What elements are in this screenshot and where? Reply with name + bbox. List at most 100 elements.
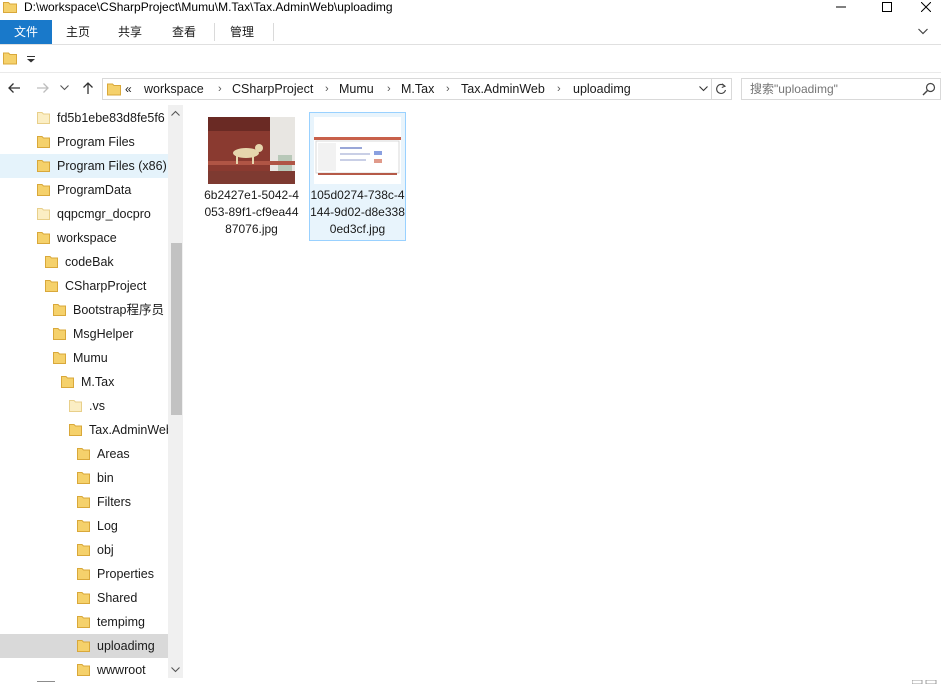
tree-item-label: Program Files <box>57 135 135 149</box>
tree-item-label: fd5b1ebe83d8fe5f6 <box>57 111 165 125</box>
folder-icon <box>45 280 58 292</box>
tree-item[interactable]: Filters <box>0 490 168 514</box>
address-bar[interactable]: « workspace › CSharpProject › Mumu › M.T… <box>102 78 712 100</box>
chevron-down-icon[interactable] <box>699 86 708 92</box>
folder-icon <box>61 376 74 388</box>
folder-icon <box>37 232 50 244</box>
file-tile-selected[interactable]: 105d0274-738c-4144-9d02-d8e3380ed3cf.jpg <box>309 112 406 241</box>
tree-item-label: bin <box>97 471 114 485</box>
folder-icon <box>37 136 50 148</box>
folder-icon <box>53 304 66 316</box>
folder-icon <box>69 400 82 412</box>
tree-item[interactable]: qqpcmgr_docpro <box>0 202 168 226</box>
breadcrumb-item-current[interactable]: uploadimg <box>573 79 631 99</box>
tree-item[interactable]: Program Files (x86) <box>0 154 168 178</box>
minimize-button[interactable] <box>818 0 864 14</box>
tree-item[interactable]: Tax.AdminWeb <box>0 418 173 442</box>
tree-item[interactable]: fd5b1ebe83d8fe5f6 <box>0 106 168 130</box>
recent-locations-button[interactable] <box>58 79 70 97</box>
breadcrumb-separator[interactable]: › <box>446 79 450 99</box>
customize-toolbar-icon[interactable] <box>26 56 36 63</box>
folder-icon <box>77 616 90 628</box>
maximize-button[interactable] <box>864 0 910 14</box>
nav-scrollbar-thumb[interactable] <box>171 243 182 415</box>
tree-item[interactable]: obj <box>0 538 168 562</box>
expand-ribbon-icon[interactable] <box>918 28 928 35</box>
back-button[interactable] <box>4 79 24 97</box>
breadcrumb-separator[interactable]: › <box>387 79 391 99</box>
tree-item[interactable]: Shared <box>0 586 168 610</box>
folder-icon <box>77 520 90 532</box>
tree-item[interactable]: ProgramData <box>0 178 168 202</box>
tree-item[interactable]: Mumu <box>0 346 168 370</box>
breadcrumb-item[interactable]: CSharpProject <box>232 79 313 99</box>
folder-icon <box>77 568 90 580</box>
breadcrumb-separator[interactable]: › <box>218 79 222 99</box>
tree-item[interactable]: tempimg <box>0 610 168 634</box>
folder-icon <box>53 352 66 364</box>
tree-item[interactable]: Properties <box>0 562 168 586</box>
folder-icon <box>77 544 90 556</box>
status-divider <box>37 681 55 682</box>
breadcrumb-item[interactable]: Mumu <box>339 79 374 99</box>
folder-icon[interactable] <box>3 51 17 65</box>
minimize-icon <box>836 6 846 8</box>
tree-item[interactable]: Program Files <box>0 130 168 154</box>
tree-item-label: workspace <box>57 231 117 245</box>
tree-item[interactable]: Log <box>0 514 168 538</box>
file-name: 105d0274-738c-4144-9d02-d8e3380ed3cf.jpg <box>310 188 405 236</box>
tree-item[interactable]: uploadimg <box>0 634 168 658</box>
breadcrumb-item[interactable]: M.Tax <box>401 79 434 99</box>
scroll-up-icon[interactable] <box>171 110 180 117</box>
view-toggle-icon[interactable] <box>912 680 938 684</box>
tree-item[interactable]: codeBak <box>0 250 168 274</box>
tree-item-label: Shared <box>97 591 138 605</box>
tree-item[interactable]: CSharpProject <box>0 274 168 298</box>
breadcrumb-item[interactable]: Tax.AdminWeb <box>461 79 545 99</box>
ribbon-tabs: 文件 主页 共享 查看 管理 <box>0 20 941 45</box>
tree-item-label: qqpcmgr_docpro <box>57 207 151 221</box>
title-bar: D:\workspace\CSharpProject\Mumu\M.Tax\Ta… <box>0 0 941 19</box>
tree-item-label: Bootstrap程序员 <box>73 303 165 317</box>
file-list: 6b2427e1-5042-4053-89f1-cf9ea4487076.jpg… <box>184 105 941 678</box>
close-button[interactable] <box>910 0 941 14</box>
forward-button[interactable] <box>33 79 53 97</box>
file-tile[interactable]: 6b2427e1-5042-4053-89f1-cf9ea4487076.jpg <box>204 113 299 240</box>
tree-item[interactable]: MsgHelper <box>0 322 168 346</box>
tree-item-label: Log <box>97 519 118 533</box>
folder-icon <box>3 2 17 13</box>
arrow-right-icon <box>37 83 49 93</box>
tree-item-label: Program Files (x86) <box>57 159 167 173</box>
tree-item[interactable]: M.Tax <box>0 370 168 394</box>
tree-item[interactable]: Areas <box>0 442 168 466</box>
tab-share[interactable]: 共享 <box>107 20 153 44</box>
breadcrumb-separator[interactable]: › <box>557 79 561 99</box>
search-icon[interactable] <box>922 82 936 96</box>
tab-view[interactable]: 查看 <box>161 20 207 44</box>
maximize-icon <box>882 2 892 12</box>
tree-item[interactable]: .vs <box>0 394 168 418</box>
tab-file[interactable]: 文件 <box>0 20 52 44</box>
tab-divider <box>214 23 215 41</box>
breadcrumb-overflow[interactable]: « <box>125 79 132 99</box>
tree-item[interactable]: bin <box>0 466 168 490</box>
tree-item-label: tempimg <box>97 615 145 629</box>
tab-home[interactable]: 主页 <box>55 20 101 44</box>
breadcrumb-item[interactable]: workspace <box>144 79 204 99</box>
tab-manage[interactable]: 管理 <box>219 20 265 44</box>
search-input[interactable] <box>750 79 910 99</box>
scroll-down-icon[interactable] <box>171 666 180 673</box>
tree-item[interactable]: workspace <box>0 226 168 250</box>
folder-icon <box>77 472 90 484</box>
up-button[interactable] <box>78 79 98 97</box>
breadcrumb-separator[interactable]: › <box>325 79 329 99</box>
refresh-button[interactable] <box>711 78 732 100</box>
folder-icon <box>77 640 90 652</box>
tree-item[interactable]: Bootstrap程序员 <box>0 298 168 322</box>
address-row: « workspace › CSharpProject › Mumu › M.T… <box>0 73 941 104</box>
tree-item[interactable]: wwwroot <box>0 658 168 678</box>
image-thumbnail <box>314 117 401 184</box>
tree-item-label: .vs <box>89 399 105 413</box>
tree-item-label: obj <box>97 543 114 557</box>
close-icon <box>920 2 931 12</box>
